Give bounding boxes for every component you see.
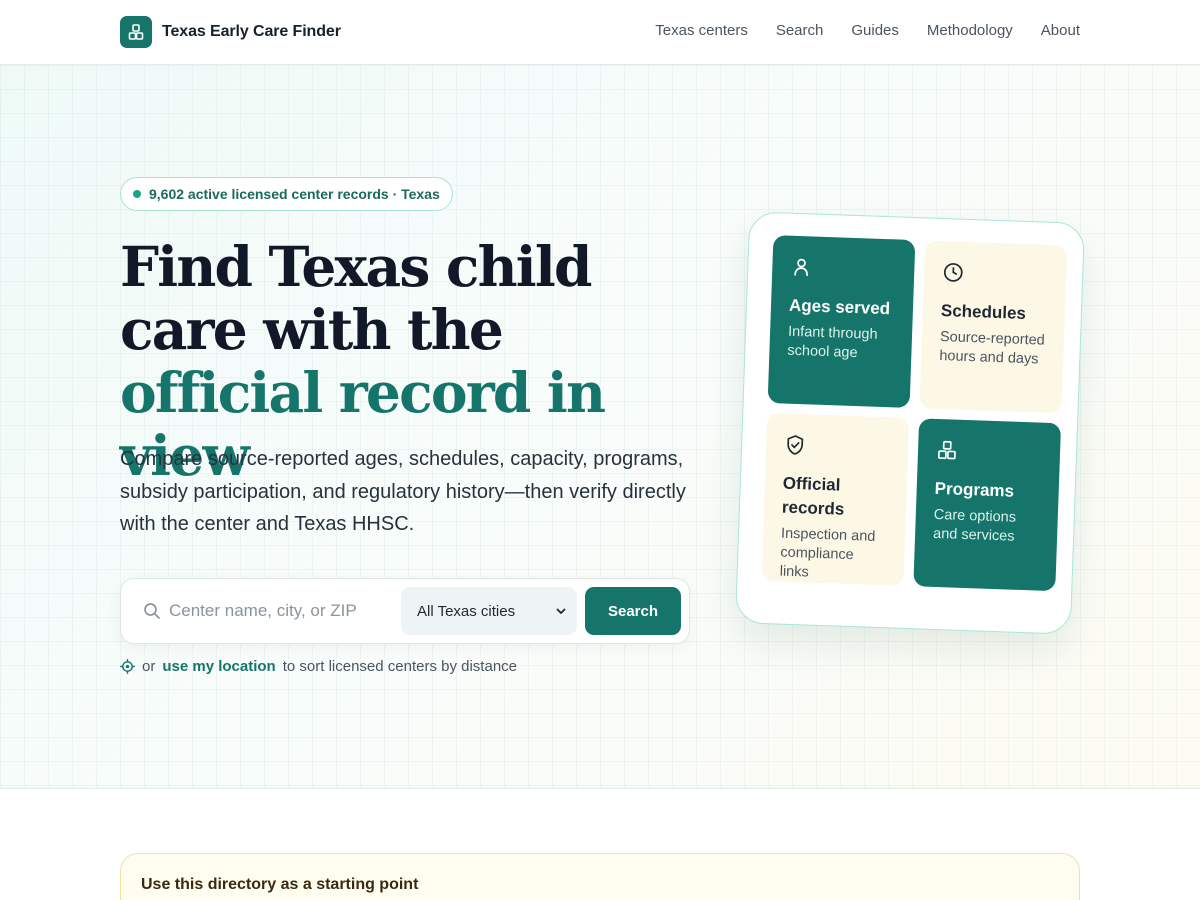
feature-title: Ages served (788, 295, 891, 319)
feature-tile-programs: Programs Care options and services (913, 418, 1062, 592)
feature-desc: Infant through school age (787, 323, 878, 362)
nav-search[interactable]: Search (776, 22, 824, 39)
feature-tile-records: Official records Inspection and complian… (761, 413, 910, 586)
feature-desc: Source-reported hours and days (939, 329, 1046, 368)
nav-about[interactable]: About (1041, 22, 1080, 39)
brand-name: Texas Early Care Finder (162, 23, 341, 40)
locate-icon (120, 658, 135, 674)
badge-text: 9,602 active licensed center records · T… (149, 186, 440, 202)
nav-guides[interactable]: Guides (851, 22, 899, 39)
feature-desc: Inspection and compliance links (779, 525, 876, 581)
search-icon (144, 603, 160, 619)
brand-link[interactable]: Texas Early Care Finder (120, 16, 341, 48)
clock-icon (943, 263, 963, 282)
search-bar: All Texas cities Search (120, 578, 690, 644)
shield-check-icon (787, 435, 804, 455)
person-icon (794, 258, 808, 277)
nav-texas-centers[interactable]: Texas centers (655, 22, 748, 39)
feature-desc: Care options and services (932, 506, 1017, 545)
feature-tile-schedules: Schedules Source-reported hours and days (919, 240, 1068, 414)
blocks-logo-icon (120, 16, 152, 48)
feature-title: Schedules (940, 301, 1027, 323)
hero-description: Compare source-reported ages, schedules,… (120, 448, 686, 535)
main-nav: Texas centers Search Guides Methodology … (655, 22, 1080, 39)
location-prefix: or (142, 657, 156, 675)
city-select[interactable]: All Texas cities (401, 587, 577, 635)
nav-methodology[interactable]: Methodology (927, 22, 1013, 39)
use-location-link[interactable]: use my location (162, 658, 275, 675)
location-suffix: to sort licensed centers by distance (282, 657, 518, 675)
status-dot-icon (133, 190, 141, 198)
features-card: Ages served Infant through school age Sc… (734, 211, 1086, 635)
site-header: Texas Early Care Finder Texas centers Se… (0, 0, 1200, 65)
chevron-down-icon (556, 608, 566, 614)
feature-title: Official records (781, 473, 845, 519)
blocks-icon (937, 440, 956, 460)
search-input[interactable] (169, 591, 391, 631)
headline-main: Find Texas child care with the (120, 234, 592, 362)
location-hint: or use my location to sort licensed cent… (120, 657, 517, 675)
hero-section: 9,602 active licensed center records · T… (0, 65, 1200, 789)
search-button[interactable]: Search (585, 587, 681, 635)
feature-tile-ages: Ages served Infant through school age (767, 235, 916, 408)
notice-title: Use this directory as a starting point (141, 876, 419, 893)
records-count-badge: 9,602 active licensed center records · T… (120, 177, 453, 211)
feature-title: Programs (934, 478, 1015, 501)
city-select-value: All Texas cities (417, 602, 516, 620)
directory-notice: Use this directory as a starting point (120, 853, 1080, 900)
